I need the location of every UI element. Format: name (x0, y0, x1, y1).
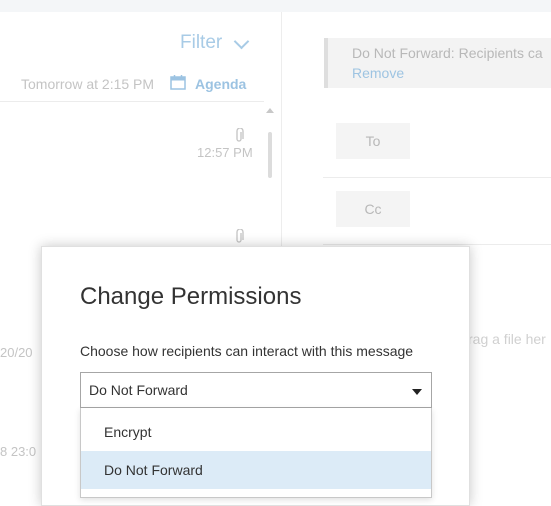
caret-down-icon (412, 389, 422, 395)
permission-dropdown-list: Encrypt Do Not Forward (80, 408, 432, 498)
scroll-up-arrow[interactable] (266, 108, 274, 113)
select-value: Do Not Forward (89, 382, 188, 398)
reminder-text: Tomorrow at 2:15 PM (21, 76, 155, 92)
agenda-link[interactable]: Agenda (195, 76, 246, 92)
divider (323, 177, 551, 178)
to-button[interactable]: To (336, 123, 410, 159)
cc-button[interactable]: Cc (336, 191, 410, 227)
permission-select[interactable]: Do Not Forward (80, 372, 432, 408)
remove-link[interactable]: Remove (352, 65, 404, 81)
list-item-time: 12:57 PM (197, 145, 253, 160)
scrollbar-thumb[interactable] (268, 132, 272, 178)
notice-text: Do Not Forward: Recipients ca (352, 45, 543, 61)
divider (0, 101, 264, 102)
dialog-description: Choose how recipients can interact with … (80, 343, 414, 359)
list-item-date: 20/20 (0, 345, 33, 360)
drag-file-hint: rag a file her (468, 331, 546, 347)
paperclip-icon (236, 229, 244, 243)
list-item-date: 8 23:0 (0, 444, 37, 459)
option-do-not-forward[interactable]: Do Not Forward (81, 451, 431, 489)
filter-button[interactable]: Filter (180, 32, 250, 54)
dialog-title: Change Permissions (80, 283, 302, 310)
option-encrypt[interactable]: Encrypt (81, 413, 431, 451)
permission-notice: Do Not Forward: Recipients ca Remove (324, 38, 551, 88)
top-band (0, 0, 551, 12)
filter-label: Filter (180, 32, 223, 53)
calendar-icon[interactable] (170, 74, 186, 90)
divider (323, 244, 551, 245)
change-permissions-dialog: Change Permissions Choose how recipients… (41, 246, 470, 506)
paperclip-icon (236, 128, 244, 142)
